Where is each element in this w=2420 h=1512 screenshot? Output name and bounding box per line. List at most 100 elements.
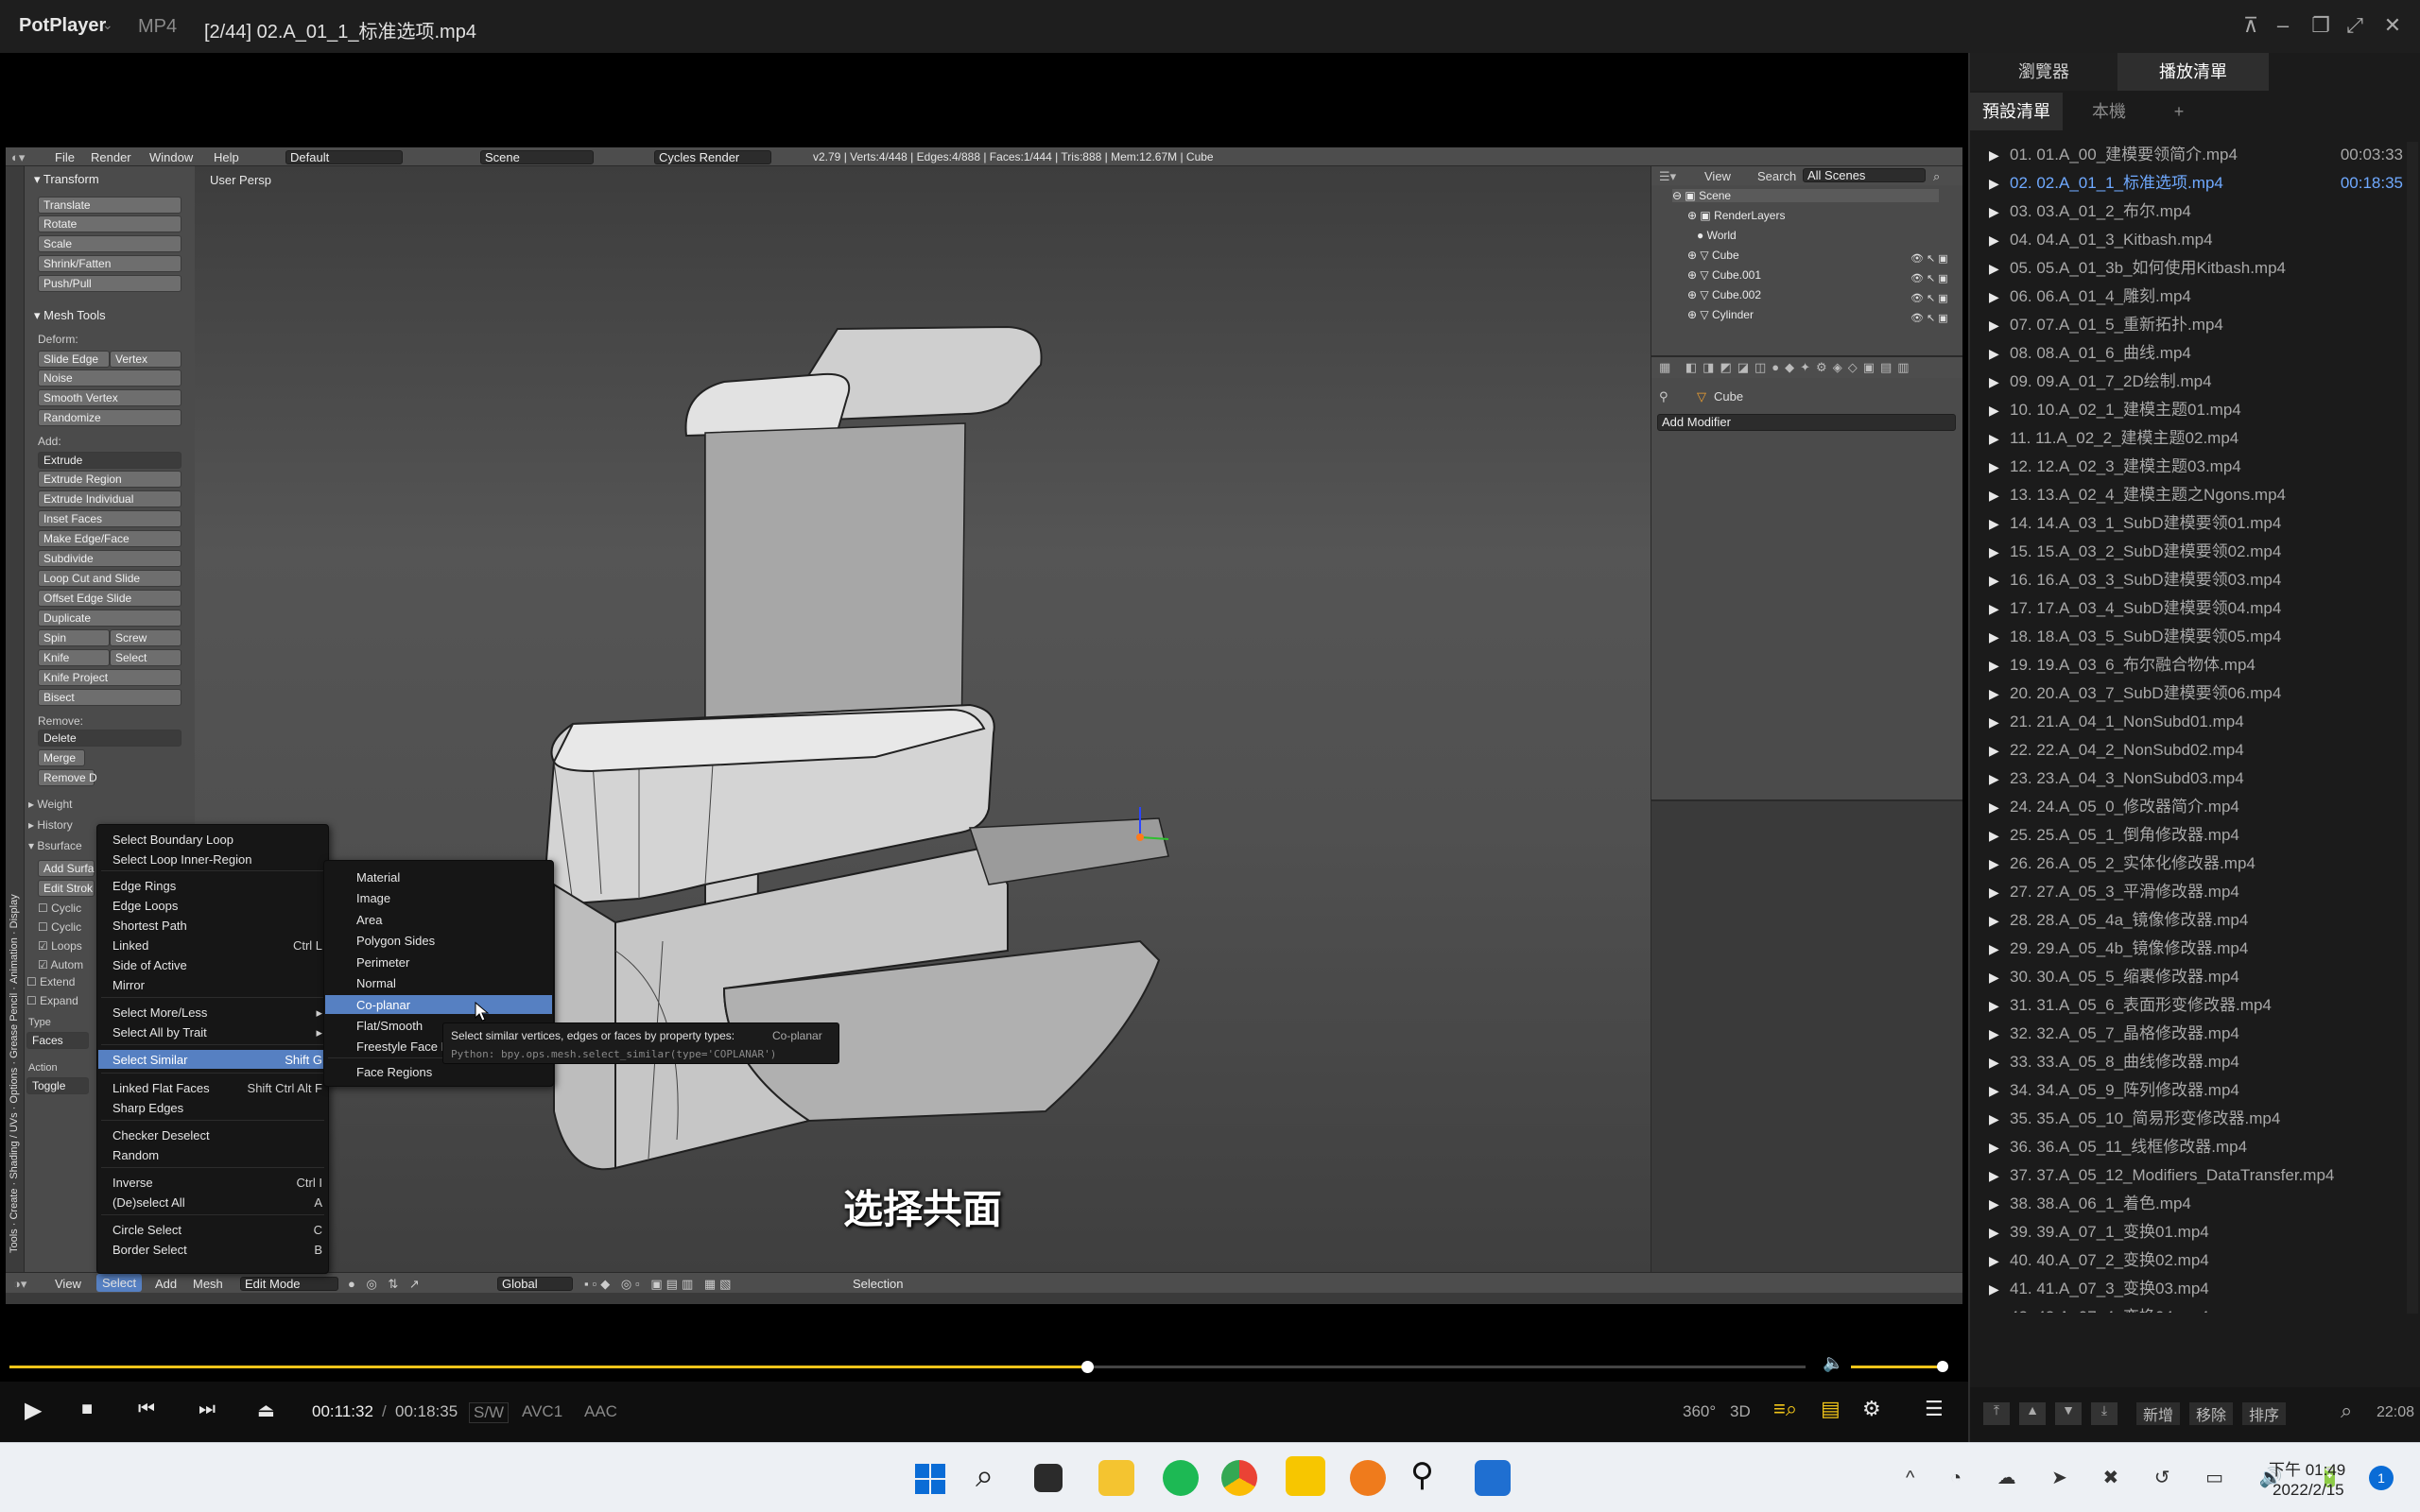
submenu-co-planar[interactable]: Co-planar: [356, 998, 410, 1012]
search-icon[interactable]: ⌕: [976, 1458, 994, 1495]
submenu-perimeter[interactable]: Perimeter: [356, 955, 409, 970]
properties-tab-icons[interactable]: ▦ ◧◨◩◪◫●◆✦⚙◈◇▣▤▥: [1659, 360, 1915, 375]
menu-select-loop-inner[interactable]: Select Loop Inner-Region: [112, 852, 251, 867]
menu-file[interactable]: File: [55, 150, 75, 164]
merge-button[interactable]: Merge: [38, 749, 85, 766]
move-top-icon[interactable]: ⤒: [1983, 1402, 2010, 1425]
tab-tools[interactable]: Tools: [9, 1228, 20, 1253]
playlist-item[interactable]: ▶ 22. 22.A_04_2_NonSubd02.mp4: [1981, 736, 2403, 765]
history-panel[interactable]: ▸ History: [28, 818, 73, 832]
menu-linked-flat-faces[interactable]: Linked Flat Faces: [112, 1081, 210, 1095]
transform-header[interactable]: ▾ Transform: [34, 172, 99, 187]
duplicate-button[interactable]: Duplicate: [38, 610, 182, 627]
mode-select[interactable]: Edit Mode: [240, 1277, 338, 1291]
bsurface-panel[interactable]: ▾ Bsurface: [28, 839, 82, 852]
playlist-item[interactable]: ▶ 02. 02.A_01_1_标准选项.mp4 00:18:35: [1981, 169, 2403, 198]
video-area[interactable]: ◐▾ File Render Window Help Default Scene…: [0, 53, 1968, 1348]
action-select[interactable]: Toggle: [26, 1077, 89, 1094]
playlist-item[interactable]: ▶ 12. 12.A_02_3_建模主题03.mp4: [1981, 453, 2403, 481]
sw-badge[interactable]: S/W: [469, 1402, 510, 1423]
settings-gear-icon[interactable]: ⚙: [1862, 1397, 1881, 1421]
viewport-view-menu[interactable]: View: [55, 1277, 81, 1291]
outliner-icon[interactable]: ☰▾: [1659, 169, 1676, 184]
close-icon[interactable]: ✕: [2378, 13, 2407, 38]
potplayer-icon[interactable]: [1286, 1456, 1325, 1496]
audio-codec-badge[interactable]: AAC: [584, 1402, 617, 1421]
app-logo[interactable]: PotPlayer: [19, 15, 106, 37]
randomize-button[interactable]: Randomize: [38, 409, 182, 426]
tab-options[interactable]: Options: [9, 1068, 20, 1104]
playlist-item[interactable]: ▶ 38. 38.A_06_1_着色.mp4: [1981, 1190, 2403, 1218]
delete-select[interactable]: Delete: [38, 730, 182, 747]
remove-button[interactable]: 移除: [2189, 1402, 2233, 1425]
menu-checker-deselect[interactable]: Checker Deselect: [112, 1128, 210, 1143]
outliner-cube-002[interactable]: ⊕ ▽ Cube.002: [1687, 288, 1761, 301]
task-view-icon[interactable]: [1034, 1464, 1063, 1492]
menu-side-of-active[interactable]: Side of Active: [112, 958, 187, 972]
playlist-item[interactable]: ▶ 26. 26.A_05_2_实体化修改器.mp4: [1981, 850, 2403, 878]
rotate-button[interactable]: Rotate: [38, 215, 182, 232]
snap-icons[interactable]: ▪▫◆ ◎▫ ▣▤▥ ▦▧: [584, 1277, 735, 1292]
smooth-vertex-button[interactable]: Smooth Vertex: [38, 389, 182, 406]
add-surface-button[interactable]: Add Surfa: [38, 860, 95, 877]
tab-browser[interactable]: 瀏覽器: [1970, 53, 2118, 91]
magnifier-icon[interactable]: ⌕: [1933, 169, 1940, 184]
tab-local[interactable]: 本機: [2063, 93, 2155, 130]
tool-tab-strip[interactable]: Tools · Create · Shading / UVs · Options…: [9, 176, 20, 1253]
playlist-item[interactable]: ▶ 24. 24.A_05_0_修改器简介.mp4: [1981, 793, 2403, 821]
playlist-item[interactable]: ▶ 21. 21.A_04_1_NonSubd01.mp4: [1981, 708, 2403, 736]
tab-playlist[interactable]: 播放清單: [2118, 53, 2269, 91]
playlist-item[interactable]: ▶ 31. 31.A_05_6_表面形变修改器.mp4: [1981, 991, 2403, 1020]
render-engine-select[interactable]: Cycles Render: [654, 150, 771, 164]
move-up-icon[interactable]: ▲: [2019, 1402, 2046, 1425]
eject-icon[interactable]: ⏏: [257, 1399, 275, 1422]
outliner-renderlayers[interactable]: ⊕ ▣ RenderLayers: [1687, 209, 1785, 222]
menu-deselect-all[interactable]: (De)select All: [112, 1195, 185, 1210]
shrink-fatten-button[interactable]: Shrink/Fatten: [38, 255, 182, 272]
search-icon[interactable]: ⌕: [2341, 1399, 2352, 1423]
submenu-freestyle-face[interactable]: Freestyle Face M: [356, 1040, 451, 1054]
previous-icon[interactable]: ⏮: [138, 1399, 155, 1420]
cyclic-checkbox-2[interactable]: ☐ Cyclic: [38, 920, 81, 934]
playlist-item[interactable]: ▶ 18. 18.A_03_5_SubD建模要领05.mp4: [1981, 623, 2403, 651]
360-button[interactable]: 360°: [1683, 1402, 1716, 1421]
menu-window[interactable]: Window: [149, 150, 193, 164]
menu-mirror[interactable]: Mirror: [112, 978, 145, 992]
cyclic-checkbox-1[interactable]: ☐ Cyclic: [38, 902, 81, 915]
viewport-add-menu[interactable]: Add: [155, 1277, 177, 1291]
tab-grease-pencil[interactable]: Grease Pencil: [9, 993, 20, 1058]
file-explorer-icon[interactable]: [1098, 1460, 1134, 1496]
playlist-item[interactable]: ▶ 27. 27.A_05_3_平滑修改器.mp4: [1981, 878, 2403, 906]
outliner-search-menu[interactable]: Search: [1757, 169, 1796, 183]
playlist-item[interactable]: ▶ 42. 42.A_07_4_变换04.mp4: [1981, 1303, 2403, 1313]
type-select[interactable]: Faces: [26, 1032, 89, 1049]
loops-checkbox[interactable]: ☑ Loops: [38, 939, 82, 953]
outliner-cube[interactable]: ⊕ ▽ Cube: [1687, 249, 1739, 262]
submenu-area[interactable]: Area: [356, 913, 382, 927]
playlist-item[interactable]: ▶ 15. 15.A_03_2_SubD建模要领02.mp4: [1981, 538, 2403, 566]
bisect-button[interactable]: Bisect: [38, 689, 182, 706]
playlist-item[interactable]: ▶ 17. 17.A_03_4_SubD建模要领04.mp4: [1981, 594, 2403, 623]
tab-create[interactable]: Create: [9, 1189, 20, 1220]
seek-thumb[interactable]: [1081, 1361, 1094, 1373]
chevron-down-icon[interactable]: ⌄: [102, 17, 113, 33]
viewport-mesh-menu[interactable]: Mesh: [193, 1277, 223, 1291]
scale-button[interactable]: Scale: [38, 235, 182, 252]
playlist-item[interactable]: ▶ 08. 08.A_01_6_曲线.mp4: [1981, 339, 2403, 368]
search-app-icon[interactable]: ⚲: [1410, 1456, 1434, 1494]
minimize-icon[interactable]: –: [2269, 13, 2297, 38]
chrome-icon[interactable]: [1221, 1460, 1257, 1496]
inset-faces-button[interactable]: Inset Faces: [38, 510, 182, 527]
playlist-item[interactable]: ▶ 40. 40.A_07_2_变换02.mp4: [1981, 1246, 2403, 1275]
translate-button[interactable]: Translate: [38, 197, 182, 214]
playlist-item[interactable]: ▶ 20. 20.A_03_7_SubD建模要领06.mp4: [1981, 679, 2403, 708]
playlist-item[interactable]: ▶ 29. 29.A_05_4b_镜像修改器.mp4: [1981, 935, 2403, 963]
next-icon[interactable]: ⏭: [199, 1399, 216, 1420]
playlist-item[interactable]: ▶ 01. 01.A_00_建模要领简介.mp4 00:03:33: [1981, 141, 2403, 169]
restore-icon[interactable]: ❐: [2307, 13, 2335, 38]
playlist-item[interactable]: ▶ 16. 16.A_03_3_SubD建模要领03.mp4: [1981, 566, 2403, 594]
tab-animation[interactable]: Animation: [9, 937, 20, 984]
playlist-item[interactable]: ▶ 10. 10.A_02_1_建模主题01.mp4: [1981, 396, 2403, 424]
windows-start-icon[interactable]: [913, 1462, 947, 1496]
3d-button[interactable]: 3D: [1730, 1402, 1751, 1421]
